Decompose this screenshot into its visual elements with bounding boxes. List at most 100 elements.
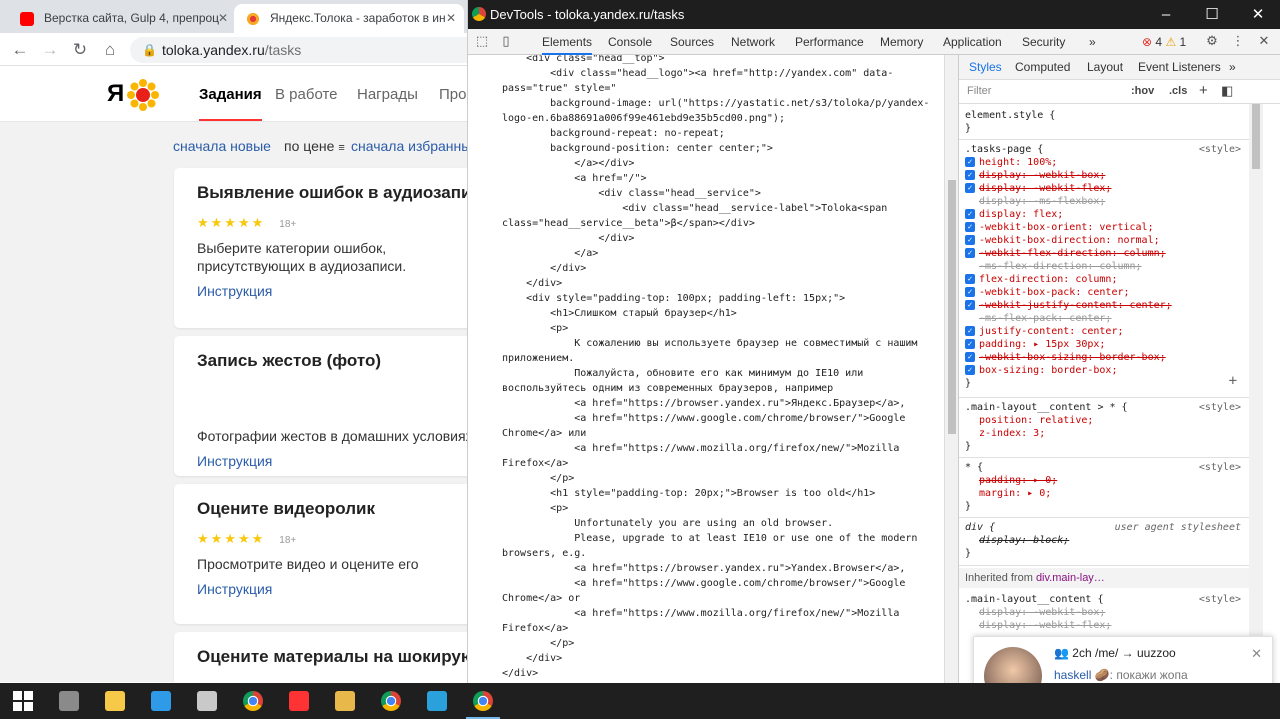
declaration[interactable]: ✓ height: 100%; [959, 156, 1249, 169]
dom-code-line[interactable]: background-position: center center;"> [502, 141, 773, 156]
close-window-icon[interactable]: ✕ [1235, 0, 1280, 29]
dom-code-line[interactable]: </div> [502, 231, 634, 246]
taskbar-button[interactable] [368, 683, 414, 719]
back-icon[interactable]: ← [8, 38, 32, 62]
declaration[interactable]: ✓ display: flex; [959, 208, 1249, 221]
rule-selector[interactable]: element.style { [959, 109, 1249, 122]
declaration[interactable]: margin: ▸ 0; [959, 487, 1249, 500]
dom-code-line[interactable]: class="head__service__beta">β</span></di… [502, 216, 755, 231]
instruction-link[interactable]: Инструкция [197, 283, 474, 299]
close-tab-icon[interactable]: ✕ [218, 4, 228, 33]
declaration[interactable]: -ms-flex-direction: column; [959, 260, 1249, 273]
declaration[interactable]: ✓ -webkit-box-orient: vertical; [959, 221, 1249, 234]
declaration-checkbox[interactable]: ✓ [965, 287, 975, 297]
declaration[interactable]: ✓ justify-content: center; [959, 325, 1249, 338]
dom-code-line[interactable]: </p> [502, 471, 574, 486]
dom-code-line[interactable]: <a href="https://www.mozilla.org/firefox… [502, 606, 899, 621]
taskbar-button[interactable] [46, 683, 92, 719]
dom-code-line[interactable]: <p> [502, 501, 568, 516]
dom-code-line[interactable]: logo-en.6ba88691a006f99e461ebd9e35b5cd00… [502, 111, 785, 126]
device-toolbar-icon[interactable]: ▯ [498, 33, 514, 49]
rule-selector[interactable]: * { [965, 462, 983, 473]
cls-toggle[interactable]: .cls [1169, 85, 1187, 97]
dom-code-line[interactable]: </div> [502, 276, 562, 291]
settings-gear-icon[interactable]: ⚙ [1204, 33, 1220, 49]
task-card[interactable]: Оцените видеоролик ★★★★★ 18+ Просмотрите … [174, 484, 474, 624]
declaration-checkbox[interactable]: ✓ [965, 157, 975, 167]
declaration-checkbox[interactable]: ✓ [965, 170, 975, 180]
dom-code-line[interactable]: <div class="head__service-label">Toloka<… [502, 201, 887, 216]
nav-in-progress[interactable]: В работе [275, 86, 338, 103]
close-devtools-icon[interactable]: ✕ [1256, 33, 1272, 49]
dom-code-line[interactable]: <div class="head__service"> [502, 186, 761, 201]
scrollbar-thumb[interactable] [1252, 104, 1260, 169]
declaration[interactable]: ✓ display: -webkit-box; [959, 169, 1249, 182]
declaration[interactable]: ✓ -webkit-flex-direction: column; [959, 247, 1249, 260]
task-card[interactable]: Выявление ошибок в аудиозаписи ★★★★★ 18+ … [174, 168, 491, 328]
tab-elements[interactable]: Elements [542, 29, 593, 55]
dom-code-line[interactable]: background-repeat: no-repeat; [502, 126, 725, 141]
declaration[interactable]: ✓ box-sizing: border-box; [959, 364, 1249, 377]
taskbar-button[interactable] [414, 683, 460, 719]
elements-scrollbar[interactable] [944, 55, 958, 683]
declaration[interactable]: ✓ padding: ▸ 15px 30px; [959, 338, 1249, 351]
filter-favorites[interactable]: сначала избранны [351, 138, 471, 154]
task-title[interactable]: Выявление ошибок в аудиозаписи [197, 183, 491, 205]
dom-code-line[interactable]: browsers, e.g. [502, 546, 586, 561]
tab-event-listeners[interactable]: Event Listeners [1138, 60, 1221, 74]
scrollbar-thumb[interactable] [948, 180, 956, 434]
declaration[interactable]: ✓ -webkit-box-direction: normal; [959, 234, 1249, 247]
tab-computed[interactable]: Computed [1015, 60, 1070, 74]
nav-tasks[interactable]: Задания [199, 86, 262, 121]
filter-newest[interactable]: сначала новые [173, 138, 271, 154]
dom-code-line[interactable]: <div style="padding-top: 100px; padding-… [502, 291, 845, 306]
new-rule-icon[interactable]: + [1199, 82, 1208, 99]
nav-profile[interactable]: Про [439, 86, 466, 103]
tab-console[interactable]: Console [608, 29, 652, 55]
declaration-checkbox[interactable]: ✓ [965, 339, 975, 349]
taskbar-button[interactable] [92, 683, 138, 719]
declaration-checkbox[interactable]: ✓ [965, 222, 975, 232]
taskbar-button[interactable] [184, 683, 230, 719]
dom-code-line[interactable]: <h1>Слишком старый браузер</h1> [502, 306, 737, 321]
declaration[interactable]: position: relative; [959, 414, 1249, 427]
declaration-checkbox[interactable]: ✓ [965, 209, 975, 219]
dom-code-line[interactable]: Please, upgrade to at least IE10 or use … [502, 531, 917, 546]
yandex-logo[interactable]: Я [107, 80, 124, 108]
elements-panel[interactable]: <div class="head__top"> <div class="head… [468, 55, 944, 683]
declaration[interactable]: padding: ▸ 0; [959, 474, 1249, 487]
filter-by-price[interactable]: по цене ≡ [284, 138, 345, 154]
add-property-icon[interactable]: + [1229, 374, 1237, 388]
dom-code-line[interactable]: <a href="/"> [502, 171, 646, 186]
dom-code-line[interactable]: <div class="head__logo"><a href="http://… [502, 66, 893, 81]
dom-code-line[interactable]: <a href="https://browser.yandex.ru">Yand… [502, 561, 905, 576]
styles-scrollbar[interactable] [1249, 104, 1263, 683]
errors-counter[interactable]: ⊗ 4 ⚠ 1 [1142, 29, 1186, 55]
forward-icon[interactable]: → [38, 38, 62, 62]
tab-styles[interactable]: Styles [969, 60, 1002, 74]
declaration[interactable]: -ms-flex-pack: center; [959, 312, 1249, 325]
tab-security[interactable]: Security [1022, 29, 1065, 55]
url-input[interactable]: 🔒 toloka.yandex.ru/tasks [130, 37, 470, 63]
declaration-checkbox[interactable]: ✓ [965, 300, 975, 310]
rule-selector[interactable]: .main-layout__content { [965, 594, 1103, 605]
declaration-checkbox[interactable]: ✓ [965, 365, 975, 375]
close-notification-icon[interactable]: ✕ [1251, 646, 1262, 662]
close-tab-icon[interactable]: ✕ [446, 4, 456, 33]
dom-code-line[interactable]: </div> [502, 261, 586, 276]
more-tabs-icon[interactable]: » [1089, 29, 1096, 55]
declaration[interactable]: ✓ flex-direction: column; [959, 273, 1249, 286]
dom-code-line[interactable]: Chrome</a> or [502, 591, 580, 606]
more-panes-icon[interactable]: » [1229, 60, 1236, 74]
taskbar-button[interactable] [138, 683, 184, 719]
declaration[interactable]: display: -ms-flexbox; [959, 195, 1249, 208]
declaration-checkbox[interactable]: ✓ [965, 326, 975, 336]
declaration[interactable]: ✓ -webkit-box-sizing: border-box; [959, 351, 1249, 364]
declaration[interactable]: ✓ -webkit-justify-content: center; [959, 299, 1249, 312]
dom-code-line[interactable]: <a href="https://www.mozilla.org/firefox… [502, 441, 899, 456]
dom-code-line[interactable]: <div class="head__top"> [502, 55, 664, 66]
dom-code-line[interactable]: Firefox</a> [502, 456, 568, 471]
maximize-icon[interactable]: ☐ [1189, 0, 1235, 29]
dom-code-line[interactable]: </div> [502, 666, 538, 681]
declaration[interactable]: ✓ -webkit-box-pack: center; [959, 286, 1249, 299]
